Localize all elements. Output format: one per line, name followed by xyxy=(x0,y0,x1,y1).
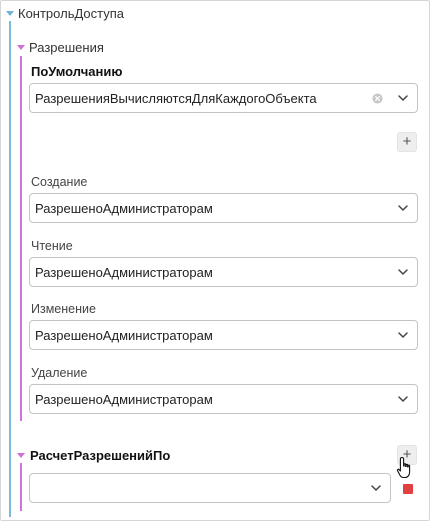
chevron-down-icon[interactable] xyxy=(397,202,409,214)
delete-label: Удаление xyxy=(31,366,88,380)
calc-branch-line xyxy=(20,463,22,511)
access-control-panel: КонтрольДоступа Разрешения ПоУмолчанию Р… xyxy=(0,0,430,521)
add-permission-button[interactable]: + xyxy=(397,132,417,152)
expand-root-icon[interactable] xyxy=(6,11,14,16)
root-branch-line xyxy=(9,21,11,517)
delete-select[interactable]: РазрешеноАдминистраторам xyxy=(29,384,418,414)
default-select[interactable]: РазрешенияВычисляютсяДляКаждогоОбъекта xyxy=(29,83,418,113)
expand-permissions-icon[interactable] xyxy=(17,45,25,50)
permissions-node-label[interactable]: Разрешения xyxy=(29,40,104,56)
chevron-down-icon[interactable] xyxy=(397,329,409,341)
create-select[interactable]: РазрешеноАдминистраторам xyxy=(29,193,418,223)
default-select-value: РазрешенияВычисляютсяДляКаждогоОбъекта xyxy=(35,91,317,106)
update-label: Изменение xyxy=(31,302,96,316)
clear-circle-icon[interactable] xyxy=(372,93,383,104)
expand-calc-icon[interactable] xyxy=(17,453,25,458)
read-label: Чтение xyxy=(31,239,73,253)
chevron-down-icon[interactable] xyxy=(370,482,382,494)
update-select[interactable]: РазрешеноАдминистраторам xyxy=(29,320,418,350)
chevron-down-icon[interactable] xyxy=(397,266,409,278)
hand-pointer-icon xyxy=(396,456,411,479)
read-select-value: РазрешеноАдминистраторам xyxy=(35,265,213,280)
chevron-down-icon[interactable] xyxy=(397,393,409,405)
plus-icon: + xyxy=(402,133,412,150)
update-select-value: РазрешеноАдминистраторам xyxy=(35,328,213,343)
root-node-label[interactable]: КонтрольДоступа xyxy=(18,6,124,22)
read-select[interactable]: РазрешеноАдминистраторам xyxy=(29,257,418,287)
create-select-value: РазрешеноАдминистраторам xyxy=(35,201,213,216)
delete-icon[interactable] xyxy=(403,484,413,494)
permissions-branch-line xyxy=(20,56,22,421)
delete-select-value: РазрешеноАдминистраторам xyxy=(35,392,213,407)
calc-by-label[interactable]: РасчетРазрешенийПо xyxy=(30,448,170,464)
default-label: ПоУмолчанию xyxy=(31,64,123,79)
chevron-down-icon[interactable] xyxy=(397,92,409,104)
create-label: Создание xyxy=(31,175,88,189)
calc-by-select[interactable] xyxy=(29,473,391,503)
